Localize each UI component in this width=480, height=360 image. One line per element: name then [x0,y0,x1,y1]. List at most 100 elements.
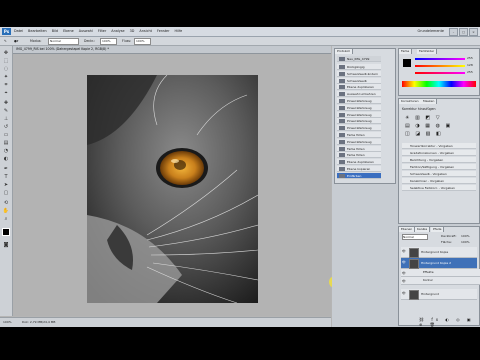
adjustment-preset-row[interactable]: Farbton/Sättigung - Vorgaben [402,164,476,170]
history-tab[interactable]: Protokoll [335,49,353,54]
close-button[interactable]: × [469,28,478,36]
adjustment-preset-row[interactable]: Schwarzweiß - Vorgaben [402,171,476,177]
color-tab[interactable]: Farbe [399,49,413,54]
layer-row[interactable]: 👁 Hintergrund [401,289,477,300]
green-slider[interactable] [415,65,465,67]
layer-row[interactable]: 👁 Hintergrund Kopie [401,247,477,258]
red-slider[interactable] [415,58,465,60]
zoom-level[interactable]: 100% [3,320,12,324]
menu-auswahl[interactable]: Auswahl [79,29,93,33]
layer-row[interactable]: 👁 Kontur [401,277,480,285]
brush-tool-icon[interactable]: ✎ [2,108,10,114]
marquee-tool-icon[interactable]: ⬚ [2,58,10,64]
adjustment-icons-row-1[interactable]: ☀ ▥ ◩ ▽ [405,115,442,121]
history-item[interactable]: Rückgängig [337,64,381,70]
layer-opacity-value[interactable]: 100% [461,234,470,238]
quick-mask-icon[interactable]: ◙ [2,242,10,248]
menu-fenster[interactable]: Fenster [157,29,170,33]
opacity-field[interactable]: 100% [100,38,117,45]
menu-bearbeiten[interactable]: Bearbeiten [28,29,47,33]
history-item[interactable]: Pinsel-Werkzeug [337,125,381,132]
pen-tool-icon[interactable]: ✒ [2,166,10,172]
history-item[interactable]: Einfärben [337,172,381,179]
history-item[interactable]: Pinsel-Werkzeug [337,104,381,111]
adjustment-icons-row-2[interactable]: ▤ ◑ ▦ ◍ ▣ [405,123,452,129]
brush-tool-icon[interactable]: ✎ [4,39,7,43]
adjustment-preset-row[interactable]: Tonwertkorrektur - Vorgaben [402,143,476,149]
magic-wand-icon[interactable]: ✦ [2,74,10,80]
color-spectrum[interactable] [402,81,476,87]
zoom-tool-icon[interactable]: ⌕ [2,216,10,222]
cat-photo-canvas[interactable] [87,75,258,303]
workspace-switcher[interactable]: Grundelemente [417,29,444,33]
minimize-button[interactable]: – [449,28,458,36]
blue-value[interactable]: 255 [467,70,473,74]
healing-brush-icon[interactable]: ✚ [2,100,10,106]
history-brush-icon[interactable]: ↺ [2,124,10,130]
layers-tab[interactable]: Ebenen [399,227,416,232]
adjustment-icons-row-3[interactable]: ◫ ◪ ▧ ◧ [405,131,443,137]
path-select-icon[interactable]: ➤ [2,182,10,188]
crop-tool-icon[interactable]: ⌗ [2,82,10,88]
flow-field[interactable]: 100% [134,38,151,45]
menu-analyse[interactable]: Analyse [111,29,124,33]
visibility-eye-icon[interactable]: 👁 [402,271,406,275]
menu-filter[interactable]: Filter [98,29,106,33]
mode-select[interactable]: Normal [48,38,79,45]
history-item[interactable]: Schwarzweiß [337,77,381,84]
adjustment-preset-row[interactable]: Kanalmixer - Vorgaben [402,178,476,184]
move-tool-icon[interactable]: ✥ [2,50,10,56]
visibility-eye-icon[interactable]: 👁 [402,279,406,283]
blue-slider[interactable] [415,72,465,74]
adjustment-preset-row[interactable]: Belichtung - Vorgaben [402,157,476,163]
swatches-tab[interactable]: Farbfelder [417,49,438,54]
masks-tab[interactable]: Masken [421,99,438,104]
history-item[interactable]: Ebene kopieren [337,166,381,172]
blend-mode-select[interactable]: Normal [402,234,428,240]
adjustment-preset-row[interactable]: Gradationskurven - Vorgaben [402,150,476,156]
maximize-button[interactable]: □ [459,28,468,36]
paths-tab[interactable]: Pfade [431,227,445,232]
clone-stamp-icon[interactable]: ⊥ [2,116,10,122]
type-tool-icon[interactable]: T [2,174,10,180]
history-item[interactable]: Farbe füllen [337,152,381,159]
lasso-tool-icon[interactable]: ◌ [2,66,10,72]
adjustment-preset-row[interactable]: Selektive Farbkorr. - Vorgaben [402,185,476,191]
history-item[interactable]: Pinsel-Werkzeug [337,111,381,118]
history-item[interactable]: Ebene duplizieren [337,84,381,91]
brush-size-preset[interactable]: ●▾ [14,39,18,43]
menu-bild[interactable]: Bild [52,29,58,33]
menu-ansicht[interactable]: Ansicht [139,29,152,33]
history-item[interactable]: Pinsel-Werkzeug [337,138,381,145]
red-value[interactable]: 255 [467,56,473,60]
shape-tool-icon[interactable]: ▢ [2,190,10,196]
dodge-tool-icon[interactable]: ◐ [2,156,10,162]
history-item[interactable]: Auswahl umkehren [337,91,381,98]
history-item[interactable]: Schwarzweiß ändern [337,70,381,77]
menu-hilfe[interactable]: Hilfe [175,29,183,33]
blur-tool-icon[interactable]: ◔ [2,148,10,154]
channels-tab[interactable]: Kanäle [415,227,431,232]
history-snapshot[interactable]: Neu_IMG_4799 [337,56,381,62]
layer-row[interactable]: 👁 Effekte [401,269,480,277]
menu-3d[interactable]: 3D [130,29,135,33]
history-item[interactable]: Farbe füllen [337,145,381,152]
history-item[interactable]: Ebene duplizieren [337,159,381,166]
foreground-color-swatch[interactable] [2,228,10,236]
eyedropper-icon[interactable]: ⌖ [2,90,10,96]
visibility-eye-icon[interactable]: 👁 [402,249,406,253]
menu-datei[interactable]: Datei [14,29,23,33]
history-item[interactable]: Pinsel-Werkzeug [337,98,381,104]
layer-row[interactable]: 👁 Hintergrund Kopie 2 [401,258,477,269]
layer-footer-icons[interactable]: ⛓ fx ◐ ◎ ▣ ⊕ 🗑 [419,317,479,327]
hand-tool-icon[interactable]: ✋ [2,208,10,214]
document-tab[interactable]: IMG_4799_RIS bei 100% (Dahergestapel Kop… [13,46,331,54]
visibility-eye-icon[interactable]: 👁 [402,291,406,295]
visibility-eye-icon[interactable]: 👁 [402,260,406,264]
fg-color-preview[interactable] [403,59,411,67]
fill-value[interactable]: 100% [461,240,470,244]
eraser-icon[interactable]: ▭ [2,132,10,138]
history-item[interactable]: Farbe füllen [337,132,381,138]
history-item[interactable]: Pinsel-Werkzeug [337,118,381,125]
3d-rotate-icon[interactable]: ⟲ [2,200,10,206]
